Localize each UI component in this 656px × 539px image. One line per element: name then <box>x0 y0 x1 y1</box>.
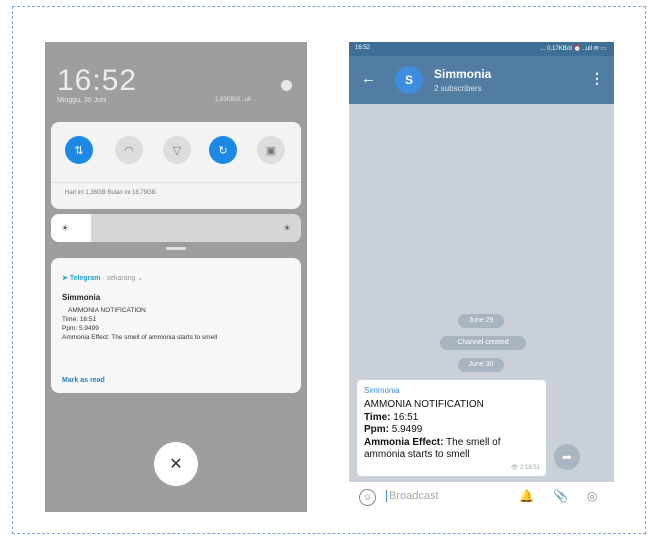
ppm-label: Ppm: <box>364 424 389 435</box>
wifi-icon[interactable]: ◠ <box>115 136 143 164</box>
message-sender: Simmonia <box>364 386 400 395</box>
message-line-effect: Ammonia Effect: The smell of <box>364 437 501 450</box>
date-label: Minggu, 30 Juni <box>57 97 107 104</box>
notification-line: Ppm: 5.9499 <box>62 325 99 332</box>
message-line-time: Time: 16:51 <box>364 412 501 425</box>
notification-time: · sekarang ⌄ <box>102 275 144 282</box>
message-line: ammonia starts to smell <box>364 449 470 460</box>
date-pill-june-30: June 30 <box>458 358 504 372</box>
broadcast-bar: ☺ Broadcast 🔔 📎 ◎ <box>349 482 614 512</box>
divider <box>51 182 301 183</box>
attach-icon[interactable]: 📎 <box>553 489 568 503</box>
notification-line: Time: 16:51 <box>62 316 97 323</box>
data-usage-info: Hari ini 1,36GB Bulan ini 18,79GB <box>65 190 156 196</box>
mark-as-read-button[interactable]: Mark as read <box>62 377 105 384</box>
camera-icon[interactable]: ◎ <box>587 489 597 503</box>
drag-handle[interactable] <box>166 247 186 250</box>
telegram-channel-screen: 16:52 ... 0,17KB/d ⏰ ..ull ✉ ▭ ← S Simmo… <box>349 42 614 512</box>
message-body: AMMONIA NOTIFICATION Time: 16:51 Ppm: 5.… <box>364 399 501 462</box>
more-menu-icon[interactable]: ⋮ <box>590 70 604 87</box>
emoji-icon[interactable]: ☺ <box>359 489 376 506</box>
telegram-icon: ➤ <box>62 275 70 282</box>
effect-label: Ammonia Effect: <box>364 436 444 448</box>
avatar[interactable]: S <box>395 66 423 94</box>
date-pill-june-29: June 29 <box>458 314 504 328</box>
time-label: Time: <box>364 411 391 423</box>
ppm-value: 5.9499 <box>389 424 423 435</box>
screenshot-icon[interactable]: ▣ <box>257 136 285 164</box>
subscriber-count: 2 subscribers <box>434 84 482 93</box>
message-meta: 👁 2 16:51 <box>510 465 540 471</box>
message-line: AMMONIA NOTIFICATION <box>364 399 484 410</box>
message-line-ppm: Ppm: 5.9499 <box>364 424 501 437</box>
notification-title: Simmonia <box>62 293 101 302</box>
notification-app-name: Telegram <box>69 275 101 282</box>
clear-notifications-button[interactable]: ✕ <box>154 442 198 486</box>
time-value: 16:51 <box>390 411 419 423</box>
broadcast-input[interactable]: Broadcast <box>386 490 439 502</box>
brightness-slider[interactable]: ☀ ☀ <box>51 214 301 242</box>
rotation-icon[interactable]: ↻ <box>209 136 237 164</box>
status-bar: 16:52 ... 0,17KB/d ⏰ ..ull ✉ ▭ <box>349 42 614 56</box>
notification-app-header: ➤ Telegram · sekarang ⌄ <box>62 274 143 282</box>
notification-line: AMMONIA NOTIFICATION <box>68 307 146 314</box>
notification-body: AMMONIA NOTIFICATION Time: 16:51 Ppm: 5.… <box>62 306 217 342</box>
brightness-high-icon: ☀ <box>283 223 292 233</box>
notification-shade-screen: 16:52 Minggu, 30 Juni 1,83KB/d ..ull ·. … <box>45 42 307 512</box>
effect-value: The smell of <box>443 436 501 448</box>
quick-settings-panel: ⇅ ◠ ▽ ↻ ▣ Hari ini 1,36GB Bulan ini 18,7… <box>51 122 301 209</box>
flashlight-icon[interactable]: ▽ <box>163 136 191 164</box>
telegram-notification[interactable]: ➤ Telegram · sekarang ⌄ Simmonia AMMONIA… <box>51 258 301 393</box>
data-transfer-icon[interactable]: ⇅ <box>65 136 93 164</box>
clock: 16:52 <box>57 64 138 97</box>
channel-created-pill: Channel created <box>440 336 526 350</box>
brightness-low-icon: ☀ <box>61 223 70 233</box>
notification-line: Ammonia Effect: The smell of ammonia sta… <box>62 334 218 341</box>
status-indicators: ... 0,17KB/d ⏰ ..ull ✉ ▭ <box>540 46 606 52</box>
channel-name[interactable]: Simmonia <box>434 67 491 81</box>
share-icon[interactable]: ➦ <box>554 444 580 470</box>
bell-icon[interactable]: 🔔 <box>519 489 534 503</box>
channel-message[interactable]: Simmonia AMMONIA NOTIFICATION Time: 16:5… <box>357 380 546 476</box>
status-indicators: 1,83KB/d ..ull ·. <box>215 97 257 103</box>
channel-header: ← S Simmonia 2 subscribers ⋮ <box>349 56 614 104</box>
brightness-fill <box>51 214 91 242</box>
brightness-track <box>91 214 301 242</box>
settings-gear-icon[interactable] <box>281 80 292 91</box>
back-arrow-icon[interactable]: ← <box>361 70 376 87</box>
status-time: 16:52 <box>355 45 371 51</box>
